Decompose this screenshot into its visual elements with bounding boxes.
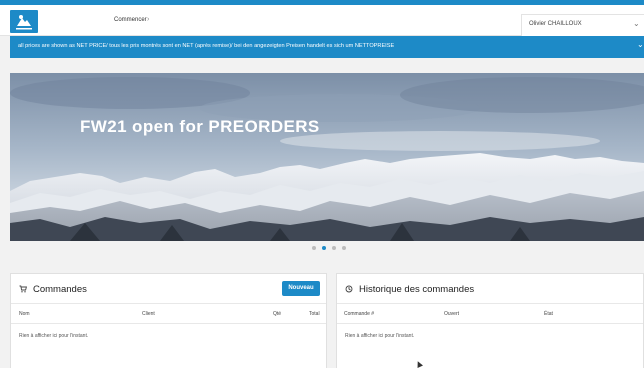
banner-text: all prices are shown as NET PRICE/ tous … <box>18 43 395 49</box>
column-header[interactable]: Commande # <box>344 311 374 317</box>
mountain-landscape-image <box>10 73 644 241</box>
breadcrumb-separator-icon: › <box>147 16 150 23</box>
carousel-dot[interactable] <box>312 246 316 250</box>
column-header[interactable]: Ouvert <box>444 311 459 317</box>
column-header[interactable]: Total <box>309 311 320 317</box>
logo-mountain-icon <box>16 15 32 30</box>
cart-icon <box>19 285 27 295</box>
hero-title: FW21 open for PREORDERS <box>80 117 320 136</box>
orders-table-header: Nom Client Qté Total <box>11 303 326 324</box>
history-icon <box>345 285 353 295</box>
history-table-header: Commande # Ouvert État <box>337 303 643 324</box>
user-menu[interactable]: Olivier CHAILLOUX ⌄ <box>521 14 644 36</box>
orders-title: Commandes <box>33 284 87 295</box>
carousel-dot-active[interactable] <box>322 246 326 250</box>
hero-carousel[interactable]: FW21 open for PREORDERS <box>10 73 644 241</box>
carousel-dot[interactable] <box>342 246 346 250</box>
column-header[interactable]: Nom <box>19 311 30 317</box>
order-history-panel: Historique des commandes Commande # Ouve… <box>336 273 644 368</box>
empty-message: Rien à afficher ici pour l'instant. <box>19 333 89 339</box>
column-header[interactable]: État <box>544 311 553 317</box>
breadcrumb-commencer[interactable]: Commencer <box>114 17 147 23</box>
column-header[interactable]: Client <box>142 311 155 317</box>
chevron-down-icon: ⌄ <box>633 19 640 28</box>
brand-logo[interactable] <box>10 10 38 33</box>
empty-message: Rien à afficher ici pour l'instant. <box>345 333 415 339</box>
orders-panel: Commandes Nouveau Nom Client Qté Total R… <box>10 273 327 368</box>
carousel-dot[interactable] <box>332 246 336 250</box>
top-header: Commencer › Olivier CHAILLOUX ⌄ <box>0 5 644 36</box>
new-order-button[interactable]: Nouveau <box>282 281 320 296</box>
column-header[interactable]: Qté <box>273 311 281 317</box>
net-price-banner: all prices are shown as NET PRICE/ tous … <box>10 36 644 58</box>
user-name: Olivier CHAILLOUX <box>529 21 582 27</box>
banner-chevron-icon[interactable]: ⌄ <box>637 40 644 49</box>
history-title: Historique des commandes <box>359 284 475 295</box>
